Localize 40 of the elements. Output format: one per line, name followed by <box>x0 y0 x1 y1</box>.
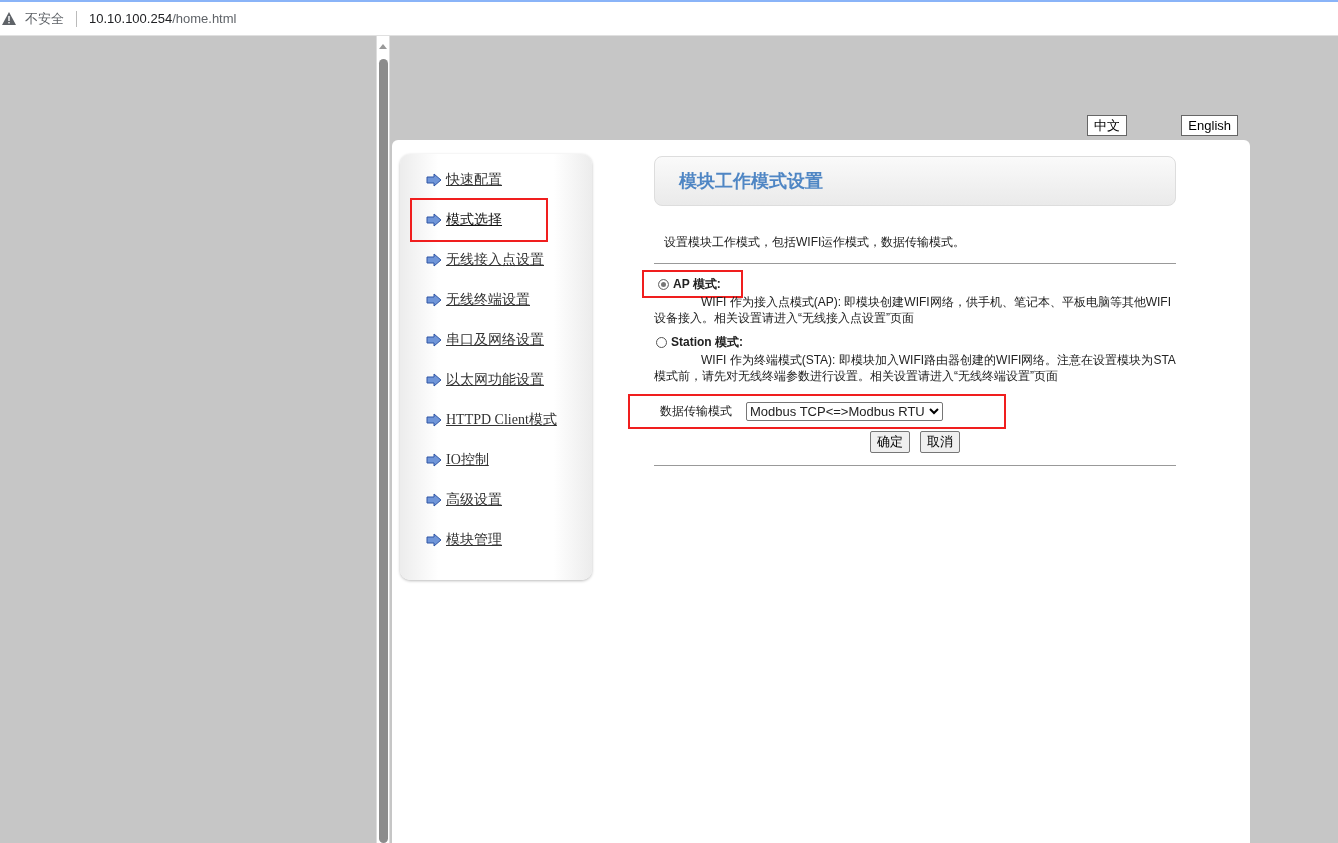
sidebar-link[interactable]: HTTPD Client模式 <box>426 411 557 429</box>
mode-description: WIFI 作为接入点模式(AP): 即模块创建WIFI网络，供手机、笔记本、平板电脑等其他WIFI设备接入。相关设置请进入“无线接入点设置”页面 <box>654 294 1172 326</box>
arrow-icon <box>426 533 442 547</box>
arrow-icon <box>426 293 442 307</box>
sidebar-link[interactable]: 快速配置 <box>426 171 502 189</box>
intro-text: 设置模块工作模式，包括WIFI运作模式，数据传输模式。 <box>664 234 967 251</box>
confirm-button[interactable]: 确定 <box>870 431 910 453</box>
language-button[interactable]: English <box>1181 115 1238 136</box>
mode-description: WIFI 作为终端模式(STA): 即模块加入WIFI路由器创建的WIFI网络。注意在设置模块为STA模式前，请先对无线终端参数进行设置。相关设置请进入“无线终端设置”页面 <box>654 352 1176 384</box>
radio-button[interactable] <box>656 336 667 348</box>
arrow-icon <box>426 213 442 227</box>
cancel-button[interactable]: 取消 <box>920 431 960 453</box>
sidebar-link[interactable]: 高级设置 <box>426 491 502 509</box>
sidebar-link[interactable]: 无线接入点设置 <box>426 251 544 269</box>
sidebar-link[interactable]: 以太网功能设置 <box>426 371 544 389</box>
radio-button[interactable] <box>658 278 669 290</box>
arrow-icon <box>426 453 442 467</box>
arrow-icon <box>426 493 442 507</box>
language-button[interactable]: 中文 <box>1087 115 1128 136</box>
mode-label: AP 模式: <box>673 275 721 293</box>
scrollbar[interactable] <box>376 36 390 843</box>
arrow-icon <box>426 413 442 427</box>
chevron-down-icon <box>928 408 939 415</box>
field-label: 数据传输模式 <box>660 403 732 420</box>
address-bar[interactable]: 不安全 10.10.100.254/home.html <box>0 0 1338 36</box>
arrow-icon <box>426 173 442 187</box>
arrow-icon <box>426 333 442 347</box>
sidebar-link[interactable]: 串口及网络设置 <box>426 331 544 349</box>
arrow-icon <box>426 373 442 387</box>
security-label: 不安全 <box>25 9 64 28</box>
sidebar-link[interactable]: IO控制 <box>426 451 489 469</box>
arrow-icon <box>426 253 442 267</box>
warning-icon <box>2 12 16 25</box>
sidebar-link[interactable]: 模块管理 <box>426 531 502 549</box>
sidebar-link[interactable]: 模式选择 <box>426 211 502 229</box>
page-title: 模块工作模式设置 <box>679 170 823 193</box>
mode-dropdown[interactable]: Modbus TCP<=>Modbus RTU <box>746 402 943 421</box>
url-text: 10.10.100.254/home.html <box>89 11 237 26</box>
sidebar-link[interactable]: 无线终端设置 <box>426 291 530 309</box>
mode-label: Station 模式: <box>671 333 743 351</box>
